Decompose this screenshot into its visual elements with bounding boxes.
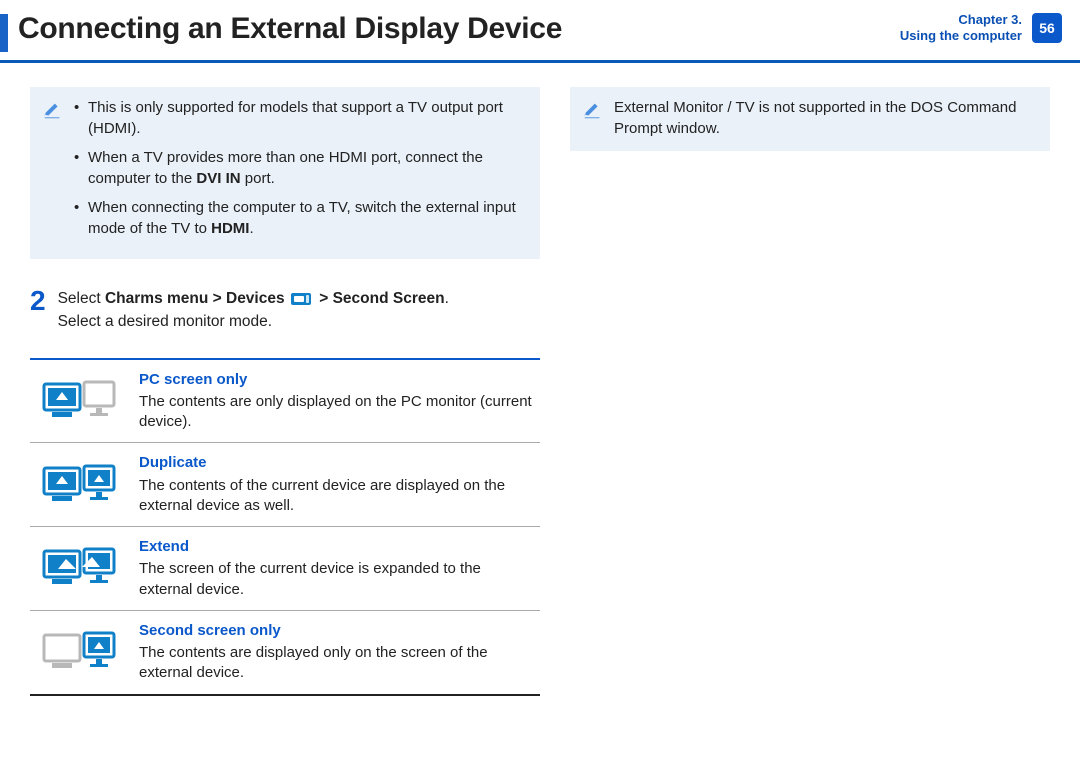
modes-table: PC screen only The contents are only dis… [30,358,540,696]
step-body: Select Charms menu > Devices > Second Sc… [58,287,449,334]
chapter-block: Chapter 3. Using the computer 56 [900,12,1062,45]
page-title: Connecting an External Display Device [18,12,562,46]
step-2: 2 Select Charms menu > Devices > Second … [30,287,540,334]
mode-row-duplicate: Duplicate The contents of the current de… [30,443,540,527]
pc-screen-only-icon [36,376,121,426]
mode-title: Duplicate [139,453,534,473]
info-note-left: This is only supported for models that s… [30,87,540,259]
note-content: External Monitor / TV is not supported i… [614,97,1038,139]
note-bullet: When connecting the computer to a TV, sw… [74,197,528,239]
mode-row-extend: Extend The screen of the current device … [30,527,540,611]
mode-title: Extend [139,537,534,557]
mode-desc: The screen of the current device is expa… [139,559,534,600]
left-column: This is only supported for models that s… [30,87,540,696]
pencil-note-icon [42,99,64,127]
chapter-line-1: Chapter 3. [900,12,1022,28]
mode-row-second-only: Second screen only The contents are disp… [30,611,540,694]
devices-icon [291,291,313,307]
mode-desc: The contents are only displayed on the P… [139,392,534,433]
note-content: This is only supported for models that s… [74,97,528,247]
extend-icon [36,543,121,593]
mode-row-pc-only: PC screen only The contents are only dis… [30,360,540,444]
step-number: 2 [30,287,46,334]
accent-tab [0,14,8,52]
right-column: External Monitor / TV is not supported i… [570,87,1050,696]
mode-desc: The contents are displayed only on the s… [139,643,534,684]
pencil-note-icon [582,99,604,127]
chapter-label: Chapter 3. Using the computer [900,12,1022,45]
mode-desc: The contents of the current device are d… [139,476,534,517]
note-bullet: When a TV provides more than one HDMI po… [74,147,528,189]
note-bullet: This is only supported for models that s… [74,97,528,139]
info-note-right: External Monitor / TV is not supported i… [570,87,1050,151]
page-header: Connecting an External Display Device Ch… [0,0,1080,63]
mode-title: PC screen only [139,370,534,390]
mode-title: Second screen only [139,621,534,641]
duplicate-icon [36,460,121,510]
second-screen-only-icon [36,627,121,677]
page-number-badge: 56 [1032,13,1062,43]
chapter-line-2: Using the computer [900,28,1022,44]
